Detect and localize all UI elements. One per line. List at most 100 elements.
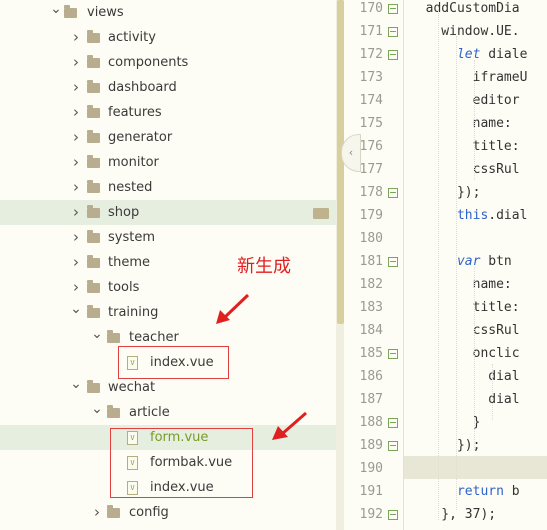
code-token: window.UE. — [410, 24, 520, 39]
tree-folder-row[interactable]: › components — [0, 50, 336, 75]
chevron-right-icon[interactable]: › — [70, 150, 82, 175]
code-token: cssRul — [410, 162, 520, 177]
chevron-right-icon[interactable]: › — [70, 125, 82, 150]
tree-item-label: tools — [108, 280, 140, 295]
fold-toggle-icon[interactable] — [388, 27, 398, 37]
code-token: diale — [480, 47, 528, 62]
fold-toggle-icon[interactable] — [388, 510, 398, 520]
chevron-down-icon[interactable]: ⌄ — [70, 300, 82, 325]
arrow-icon — [216, 293, 250, 324]
fold-toggle-icon[interactable] — [388, 188, 398, 198]
tree-folder-row[interactable]: › activity — [0, 25, 336, 50]
tree-folder-row[interactable]: › shop — [0, 200, 336, 225]
chevron-right-icon[interactable]: › — [70, 100, 82, 125]
chevron-down-icon[interactable]: ⌄ — [50, 0, 62, 25]
tree-folder-row[interactable]: ⌄ training — [0, 300, 336, 325]
code-token: btn — [480, 254, 512, 269]
folder-icon — [107, 330, 120, 343]
highlight-box-article-files — [110, 428, 253, 498]
fold-toggle-icon[interactable] — [388, 349, 398, 359]
line-number: 186 — [359, 369, 383, 384]
chevron-right-icon[interactable]: › — [70, 200, 82, 225]
code-line: dial — [410, 388, 520, 411]
indent-guide — [474, 60, 476, 180]
code-line: cssRul — [410, 158, 520, 181]
chevron-right-icon[interactable]: › — [70, 225, 82, 250]
fold-toggle-icon[interactable] — [388, 257, 398, 267]
folder-icon — [87, 80, 100, 93]
code-line: addCustomDia — [410, 0, 520, 20]
arrow-icon — [272, 411, 307, 440]
code-token: this — [410, 208, 489, 223]
tree-folder-row[interactable]: › system — [0, 225, 336, 250]
fold-toggle-icon[interactable] — [388, 4, 398, 14]
line-number: 180 — [359, 231, 383, 246]
indent-guide — [438, 10, 440, 520]
chevron-right-icon[interactable]: › — [70, 250, 82, 275]
chevron-right-icon[interactable]: › — [91, 500, 103, 525]
chevron-right-icon[interactable]: › — [70, 275, 82, 300]
code-line: onclic — [410, 342, 520, 365]
tree-item-label: views — [87, 5, 124, 20]
chevron-right-icon[interactable]: › — [70, 75, 82, 100]
code-token: }); — [410, 185, 481, 200]
tree-folder-row[interactable]: › config — [0, 500, 336, 525]
line-number: 179 — [359, 208, 383, 223]
open-folder-icon[interactable] — [313, 208, 329, 219]
fold-toggle-icon[interactable] — [388, 418, 398, 428]
fold-toggle-icon[interactable] — [388, 441, 398, 451]
code-token: name: — [410, 277, 512, 292]
code-token: b — [503, 484, 520, 499]
line-number: 188 — [359, 415, 383, 430]
line-number: 173 — [359, 70, 383, 85]
tree-folder-row[interactable]: › dashboard — [0, 75, 336, 100]
code-line: var btn — [410, 250, 512, 273]
code-token: dial — [410, 392, 520, 407]
line-number: 182 — [359, 277, 383, 292]
annotation-label: 新生成 — [237, 256, 291, 277]
tree-folder-row[interactable]: ⌄ views — [0, 0, 336, 25]
chevron-right-icon[interactable]: › — [70, 25, 82, 50]
code-token: let — [410, 47, 481, 62]
folder-icon — [87, 205, 100, 218]
code-line: } — [410, 411, 481, 434]
code-line: let diale — [410, 43, 527, 66]
code-line: iframeU — [410, 66, 528, 89]
code-line: }); — [410, 181, 481, 204]
tree-folder-row[interactable]: › nested — [0, 175, 336, 200]
code-token: .dial — [488, 208, 528, 223]
fold-toggle-icon[interactable] — [388, 50, 398, 60]
chevron-down-icon[interactable]: ⌄ — [70, 375, 82, 400]
tree-folder-row[interactable]: › tools — [0, 275, 336, 300]
chevron-right-icon[interactable]: › — [70, 50, 82, 75]
line-number: 187 — [359, 392, 383, 407]
tree-item-label: nested — [108, 180, 153, 195]
line-number: 192 — [359, 507, 383, 522]
line-number: 184 — [359, 323, 383, 338]
folder-icon — [87, 155, 100, 168]
code-token: name: — [410, 116, 512, 131]
tree-folder-row[interactable]: › generator — [0, 125, 336, 150]
chevron-right-icon[interactable]: › — [70, 175, 82, 200]
folder-icon — [107, 505, 120, 518]
code-token: cssRul — [410, 323, 520, 338]
line-number: 185 — [359, 346, 383, 361]
code-token: title: — [410, 139, 520, 154]
code-token: dial — [410, 369, 520, 384]
code-line: name: — [410, 112, 512, 135]
chevron-down-icon[interactable]: ⌄ — [91, 325, 103, 350]
line-number: 178 — [359, 185, 383, 200]
tree-item-label: components — [108, 55, 189, 70]
code-line: }, 37); — [410, 503, 496, 526]
collapse-panel-chevron-icon[interactable]: ‹ — [341, 134, 361, 172]
code-token: iframeU — [410, 70, 528, 85]
code-token: }, 37); — [410, 507, 497, 522]
tree-item-label: config — [129, 505, 169, 520]
code-token: }); — [410, 438, 481, 453]
tree-folder-row[interactable]: › monitor — [0, 150, 336, 175]
tree-item-label: theme — [108, 255, 150, 270]
code-line: this.dial — [410, 204, 527, 227]
line-number: 191 — [359, 484, 383, 499]
tree-folder-row[interactable]: › features — [0, 100, 336, 125]
chevron-down-icon[interactable]: ⌄ — [91, 400, 103, 425]
